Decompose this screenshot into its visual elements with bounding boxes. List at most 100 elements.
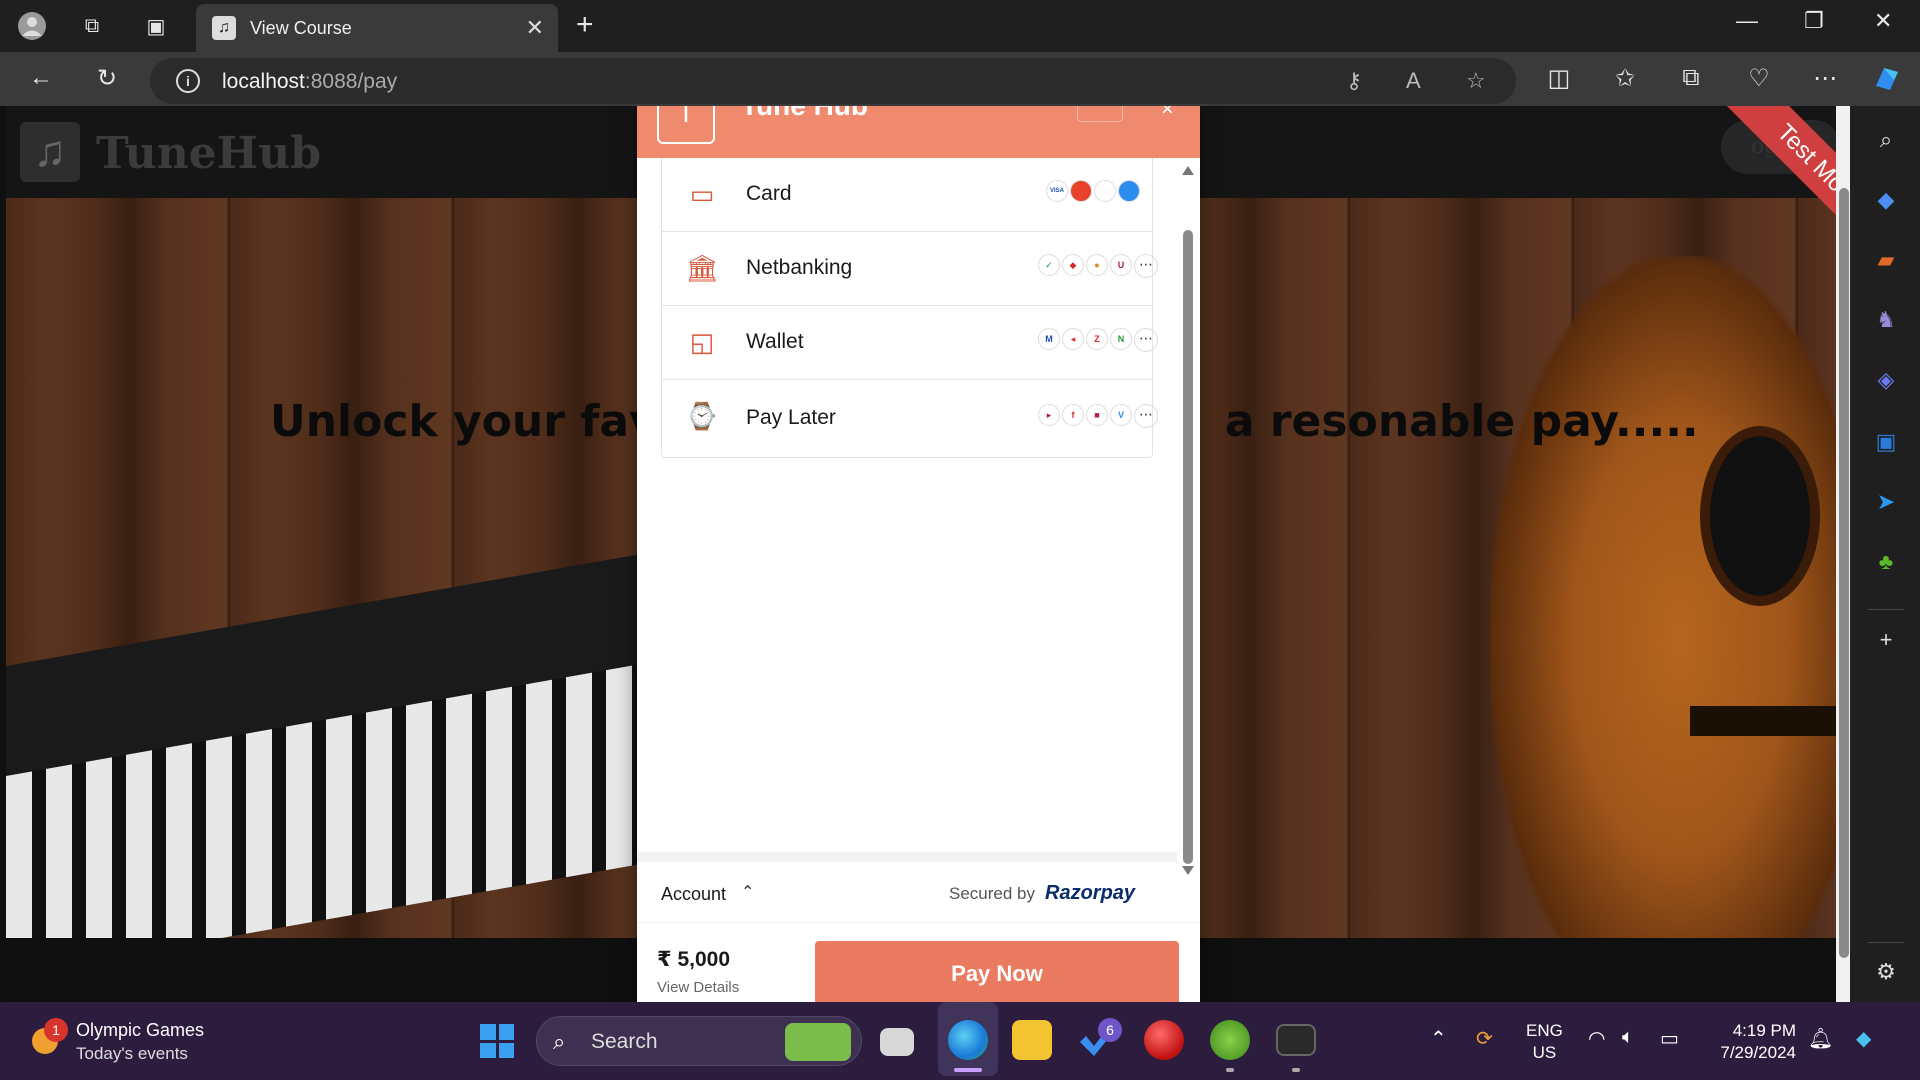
password-key-icon[interactable]: ⚷ bbox=[1346, 68, 1362, 94]
paylater-logo: V bbox=[1110, 404, 1132, 426]
copilot-taskbar-icon[interactable]: ◆ bbox=[1856, 1026, 1871, 1051]
tree-icon[interactable]: ♣ bbox=[1872, 548, 1900, 576]
tab-view-course[interactable]: ♫ View Course ✕ bbox=[196, 4, 558, 52]
settings-gear-icon[interactable]: ⚙ bbox=[1872, 958, 1900, 986]
page-scrollbar[interactable] bbox=[1836, 106, 1850, 1002]
refresh-icon[interactable]: ↻ bbox=[92, 64, 122, 93]
tools-icon[interactable]: ▰ bbox=[1872, 246, 1900, 274]
back-icon[interactable]: ← bbox=[26, 64, 56, 92]
sidebar-separator bbox=[1868, 942, 1904, 943]
split-screen-icon[interactable]: ◫ bbox=[1544, 64, 1574, 93]
modal-close-icon[interactable]: × bbox=[1161, 106, 1174, 122]
copilot-icon[interactable] bbox=[1872, 64, 1902, 101]
merchant-logo: T bbox=[657, 106, 715, 144]
account-toggle[interactable]: Account bbox=[661, 884, 726, 905]
outlook-icon[interactable]: ▣ bbox=[1872, 428, 1900, 456]
favorite-star-icon[interactable]: ☆ bbox=[1466, 68, 1486, 94]
method-pay-later[interactable]: ⌚ Pay Later ▸ f ■ V ⋯ bbox=[662, 380, 1158, 458]
scroll-down-arrow-icon[interactable] bbox=[1182, 866, 1194, 875]
system-clock[interactable]: 4:19 PM 7/29/2024 bbox=[1710, 1020, 1796, 1064]
minimize-button[interactable]: — bbox=[1736, 8, 1758, 34]
search-icon: ⌕ bbox=[553, 1029, 566, 1054]
maestro-logo bbox=[1118, 180, 1140, 202]
close-window-button[interactable]: ✕ bbox=[1874, 8, 1892, 34]
favorites-icon[interactable]: ✩ bbox=[1610, 64, 1640, 93]
terminal-icon[interactable] bbox=[1276, 1024, 1316, 1056]
taskbar-search[interactable]: ⌕ Search bbox=[536, 1016, 862, 1066]
wallet-logo: M bbox=[1038, 328, 1060, 350]
page-scroll-thumb[interactable] bbox=[1839, 188, 1849, 958]
payment-footer: ₹ 5,000 View Details Pay Now bbox=[637, 922, 1200, 1002]
method-wallet[interactable]: ◱ Wallet M ◂ Z N ⋯ bbox=[662, 306, 1158, 380]
chevron-up-icon[interactable]: ⌃ bbox=[741, 882, 754, 902]
paylater-logo: f bbox=[1062, 404, 1084, 426]
widget-subtitle[interactable]: Today's events bbox=[76, 1044, 188, 1064]
razorpay-checkout-modal: T Tune Hub × ▭ Card VISA 🏛 Netbanking bbox=[637, 106, 1200, 1002]
restore-button[interactable]: ❐ bbox=[1804, 8, 1824, 34]
secured-by-text: Secured by bbox=[949, 884, 1035, 903]
modal-scroll-thumb[interactable] bbox=[1183, 230, 1193, 864]
wallet-logo: Z bbox=[1086, 328, 1108, 350]
spring-tool-icon[interactable] bbox=[1210, 1020, 1250, 1060]
workspaces-icon[interactable]: ⧉ bbox=[76, 10, 108, 42]
start-button[interactable] bbox=[480, 1024, 514, 1058]
more-menu-icon[interactable]: ⋯ bbox=[1810, 64, 1840, 93]
show-hidden-icons-chevron-icon[interactable]: ⌃ bbox=[1430, 1026, 1447, 1051]
read-aloud-icon[interactable]: A bbox=[1406, 68, 1421, 94]
site-logo-text: TuneHub bbox=[96, 128, 322, 179]
collections-icon[interactable]: ⧉ bbox=[1676, 64, 1706, 92]
edge-browser-icon[interactable] bbox=[948, 1020, 988, 1060]
add-icon[interactable]: + bbox=[1872, 626, 1900, 654]
method-netbanking[interactable]: 🏛 Netbanking ✓ ◆ ● U ⋯ bbox=[662, 232, 1158, 306]
wifi-icon[interactable]: ◠ bbox=[1588, 1026, 1605, 1051]
method-label: Pay Later bbox=[746, 406, 836, 429]
volume-icon[interactable]: 🔈︎ bbox=[1622, 1026, 1634, 1049]
scroll-up-arrow-icon[interactable] bbox=[1182, 166, 1194, 175]
running-indicator bbox=[1292, 1068, 1300, 1072]
browser-essentials-icon[interactable]: ♡ bbox=[1744, 64, 1774, 93]
search-highlight-image bbox=[785, 1023, 851, 1061]
widgets-weather-icon[interactable]: 1 bbox=[28, 1018, 68, 1056]
site-info-icon[interactable]: i bbox=[176, 69, 200, 93]
opera-icon[interactable] bbox=[1144, 1020, 1184, 1060]
mastercard-logo bbox=[1070, 180, 1092, 202]
modal-scrollbar[interactable] bbox=[1180, 158, 1196, 878]
widget-title[interactable]: Olympic Games bbox=[76, 1020, 204, 1041]
language-indicator[interactable]: ENG US bbox=[1526, 1020, 1563, 1064]
file-explorer-icon[interactable] bbox=[1012, 1020, 1052, 1060]
more-wallets-icon: ⋯ bbox=[1134, 328, 1158, 352]
url-text[interactable]: localhost:8088/pay bbox=[222, 70, 397, 94]
notifications-bell-icon[interactable]: 🔔︎ bbox=[1808, 1026, 1833, 1051]
wallet-logo: ◂ bbox=[1062, 328, 1084, 350]
browser-titlebar: ⧉ ▣ ♫ View Course ✕ + — ❐ ✕ bbox=[0, 0, 1920, 52]
language-selector[interactable] bbox=[1077, 106, 1123, 122]
page-viewport: ♫ TuneHub ogout Test Mode Unlock your fa… bbox=[0, 106, 1850, 1002]
modal-header: T Tune Hub × bbox=[637, 106, 1200, 158]
running-indicator bbox=[1226, 1068, 1234, 1072]
send-icon[interactable]: ➤ bbox=[1872, 488, 1900, 516]
method-card[interactable]: ▭ Card VISA bbox=[662, 158, 1152, 232]
profile-icon[interactable] bbox=[16, 10, 48, 42]
pay-now-button[interactable]: Pay Now bbox=[815, 941, 1179, 1002]
guitar-image bbox=[1490, 256, 1850, 956]
bank-logo: ✓ bbox=[1038, 254, 1060, 276]
new-tab-button[interactable]: + bbox=[576, 10, 594, 40]
close-tab-icon[interactable]: ✕ bbox=[526, 15, 544, 41]
task-view-icon[interactable] bbox=[880, 1028, 914, 1056]
tab-title: View Course bbox=[250, 17, 352, 38]
copilot-sidebar-icon[interactable]: ◈ bbox=[1872, 366, 1900, 394]
games-icon[interactable]: ♞ bbox=[1872, 306, 1900, 334]
active-indicator bbox=[954, 1068, 982, 1072]
view-details-link[interactable]: View Details bbox=[657, 979, 739, 996]
battery-icon[interactable]: ▭ bbox=[1660, 1026, 1679, 1051]
paylater-logo: ■ bbox=[1086, 404, 1108, 426]
shopping-tag-icon[interactable]: ◆ bbox=[1872, 186, 1900, 214]
address-bar[interactable]: i localhost:8088/pay ⚷ A ☆ bbox=[150, 58, 1516, 104]
search-icon[interactable]: ⌕ bbox=[1872, 126, 1900, 154]
sync-icon[interactable]: ⟳ bbox=[1476, 1026, 1493, 1051]
card-icon: ▭ bbox=[689, 179, 715, 209]
wallet-logos: M ◂ Z N ⋯ bbox=[1038, 328, 1158, 352]
paylater-logos: ▸ f ■ V ⋯ bbox=[1038, 404, 1158, 428]
tab-actions-icon[interactable]: ▣ bbox=[140, 10, 172, 42]
browser-navbar: ← ↻ i localhost:8088/pay ⚷ A ☆ ◫ ✩ ⧉ ♡ ⋯ bbox=[0, 52, 1920, 106]
